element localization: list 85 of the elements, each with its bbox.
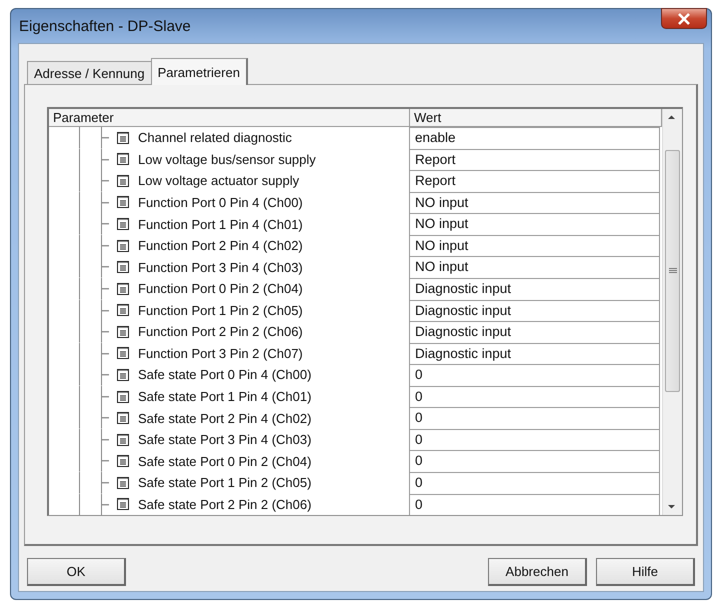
tree-connector — [79, 192, 109, 214]
parameter-icon — [116, 260, 130, 274]
value-cell[interactable]: NO input — [409, 234, 660, 256]
grip-icon — [668, 268, 676, 274]
tree-connector — [79, 407, 109, 429]
parameter-name: Function Port 3 Pin 4 (Ch03) — [138, 260, 303, 275]
scroll-thumb[interactable] — [665, 150, 680, 392]
value-cell[interactable]: Report — [409, 148, 660, 170]
parameter-icon — [116, 195, 130, 210]
parameter-name: Safe state Port 3 Pin 4 (Ch03) — [138, 432, 312, 448]
parameter-name: Function Port 2 Pin 2 (Ch06) — [138, 324, 303, 340]
value-cell[interactable]: Diagnostic input — [409, 342, 660, 364]
parameter-name: Safe state Port 1 Pin 4 (Ch01) — [138, 389, 312, 404]
parameter-name: Safe state Port 0 Pin 4 (Ch00) — [138, 367, 312, 382]
tree-connector — [79, 234, 109, 256]
value-cell[interactable]: Report — [409, 170, 660, 192]
value-cell[interactable]: 0 — [409, 386, 660, 408]
parameter-name: Function Port 0 Pin 4 (Ch00) — [138, 194, 303, 210]
parameter-icon — [116, 346, 130, 360]
parameter-icon — [116, 368, 130, 382]
tab[interactable]: Adresse / Kennung — [27, 61, 152, 84]
column-header[interactable]: Wert — [410, 109, 662, 127]
parameter-name: Safe state Port 1 Pin 2 (Ch05) — [138, 475, 312, 490]
tree-connector — [79, 472, 109, 494]
tree-connector — [79, 127, 109, 149]
tree-connector — [79, 278, 109, 300]
value-cell[interactable]: Diagnostic input — [409, 300, 660, 322]
dialog-button[interactable]: Hilfe — [596, 558, 695, 586]
scrollbar[interactable] — [662, 109, 682, 515]
parameter-name: Function Port 0 Pin 2 (Ch04) — [138, 281, 303, 296]
parameter-icon — [116, 454, 130, 468]
parameter-name: Function Port 2 Pin 4 (Ch02) — [138, 238, 303, 254]
value-cell[interactable]: NO input — [409, 256, 660, 278]
parameter-icon — [116, 432, 130, 447]
close-icon — [677, 12, 691, 24]
window-title: Eigenschaften - DP-Slave — [19, 18, 191, 34]
parameter-icon — [116, 174, 130, 188]
parameter-icon — [116, 217, 130, 232]
parameter-icon — [116, 282, 130, 296]
value-cell[interactable]: 0 — [409, 407, 660, 429]
tab[interactable]: Parametrieren — [150, 58, 248, 85]
parameter-icon — [116, 476, 130, 490]
value-cell[interactable]: Diagnostic input — [409, 321, 660, 343]
value-cell[interactable]: 0 — [409, 364, 660, 386]
value-cell[interactable]: Diagnostic input — [409, 278, 660, 300]
tree-connector — [79, 148, 109, 170]
dialog-button[interactable]: Abbrechen — [488, 558, 587, 586]
parameter-name: Safe state Port 0 Pin 2 (Ch04) — [138, 454, 312, 469]
value-cell[interactable]: 0 — [409, 450, 660, 472]
parameter-icon — [116, 130, 130, 145]
close-button[interactable] — [661, 8, 707, 29]
parameter-name: Safe state Port 2 Pin 4 (Ch02) — [138, 410, 312, 426]
parameter-icon — [116, 303, 130, 318]
value-cell[interactable]: 0 — [409, 428, 660, 450]
parameter-icon — [116, 324, 130, 339]
tree-connector — [79, 300, 109, 322]
value-cell[interactable]: 0 — [409, 494, 660, 515]
parameter-name: Function Port 3 Pin 2 (Ch07) — [138, 346, 303, 361]
tree-connector — [79, 213, 109, 235]
value-cell[interactable]: NO input — [409, 192, 660, 214]
tree-connector — [79, 494, 109, 515]
ok-button[interactable]: OK — [27, 558, 126, 586]
parameter-icon — [116, 390, 130, 404]
parameter-icon — [116, 238, 130, 253]
value-cell[interactable]: 0 — [409, 472, 660, 494]
parameter-name: Channel related diagnostic — [138, 130, 292, 146]
parameter-name: Low voltage actuator supply — [138, 173, 300, 188]
parameter-name: Function Port 1 Pin 4 (Ch01) — [138, 216, 303, 232]
tree-connector — [79, 386, 109, 408]
tree-connector — [79, 170, 109, 192]
tree-connector — [79, 256, 109, 278]
parameter-name: Function Port 1 Pin 2 (Ch05) — [138, 302, 303, 318]
value-cell[interactable]: NO input — [409, 213, 660, 235]
tree-connector — [79, 364, 109, 386]
value-cell[interactable]: enable — [409, 127, 660, 149]
tree-connector — [79, 321, 109, 343]
tree-connector — [79, 428, 109, 450]
parameter-icon — [116, 411, 130, 426]
parameter-name: Low voltage bus/sensor supply — [138, 152, 316, 167]
tree-connector — [79, 450, 109, 472]
tree-connector — [79, 342, 109, 364]
parameter-icon — [116, 152, 130, 166]
column-header[interactable]: Parameter — [49, 109, 410, 127]
parameter-name: Safe state Port 2 Pin 2 (Ch06) — [138, 496, 312, 512]
parameter-icon — [116, 497, 130, 512]
